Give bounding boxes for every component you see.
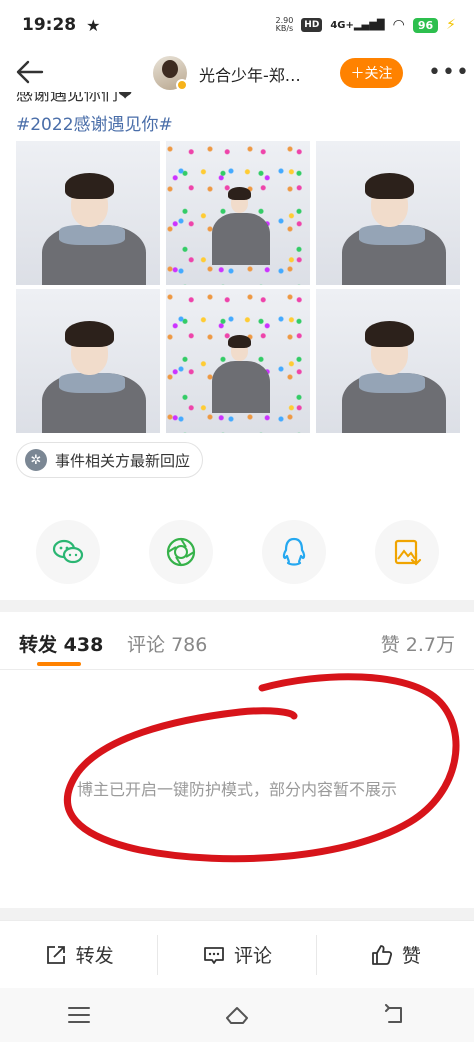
- verified-badge-icon: [176, 79, 188, 91]
- share-qq-button[interactable]: [262, 520, 326, 584]
- protection-mode-notice: 博主已开启一键防护模式，部分内容暂不展示: [76, 780, 397, 799]
- tab-repost[interactable]: 转发 438: [19, 630, 103, 657]
- post-text-partial: 感谢遇见你们❤: [16, 92, 133, 102]
- share-row: [0, 520, 474, 584]
- action-bar: 转发 评论 赞: [0, 920, 474, 988]
- photo-2[interactable]: [166, 141, 310, 285]
- photo-5[interactable]: [166, 289, 310, 433]
- event-response-tag[interactable]: ✲ 事件相关方最新回应: [16, 442, 204, 478]
- like-button[interactable]: 赞: [315, 934, 474, 975]
- thumbs-up-icon: [371, 944, 392, 965]
- section-divider: [0, 600, 474, 612]
- wifi-icon: ◠: [392, 17, 405, 33]
- share-wechat-button[interactable]: [36, 520, 100, 584]
- back-nav-button[interactable]: [371, 995, 419, 1035]
- engagement-tabs: 转发 438 评论 786 赞 2.7万: [0, 612, 474, 670]
- comment-icon: [204, 946, 224, 964]
- status-right: 2.90 KB/s HD 4G+▂▄▆█ ◠ 96 ⚡: [275, 17, 456, 34]
- photo-4[interactable]: [16, 289, 160, 433]
- qq-icon: [282, 537, 306, 566]
- moments-icon: [166, 537, 196, 567]
- photo-grid: [16, 141, 460, 433]
- hashtag-link[interactable]: #2022感谢遇见你#: [16, 110, 173, 135]
- status-bar: 19:28 ★ 2.90 KB/s HD 4G+▂▄▆█ ◠ 96 ⚡: [0, 0, 474, 50]
- charging-icon: ⚡: [446, 17, 456, 33]
- star-icon: ★: [86, 15, 101, 35]
- red-circle-annotation: [64, 673, 460, 863]
- status-time: 19:28: [22, 15, 77, 35]
- repost-button[interactable]: 转发: [0, 935, 157, 975]
- battery-icon: 96: [412, 17, 439, 33]
- signal-label: 4G+: [330, 19, 354, 31]
- tab-repost-count: 438: [63, 634, 104, 656]
- signal-icon: 4G+▂▄▆█: [330, 19, 385, 31]
- home-nav-button[interactable]: [213, 995, 261, 1035]
- save-image-icon: [394, 539, 422, 566]
- menu-nav-button[interactable]: [55, 995, 103, 1035]
- follow-button[interactable]: ＋关注: [340, 58, 403, 88]
- like-label: 赞: [401, 945, 421, 967]
- active-tab-indicator: [37, 662, 81, 666]
- comment-label: 评论: [233, 945, 272, 967]
- tab-comment-label: 评论: [127, 634, 166, 656]
- tab-like[interactable]: 赞 2.7万: [381, 630, 455, 657]
- tab-comment[interactable]: 评论 786: [127, 630, 207, 657]
- comment-button[interactable]: 评论: [157, 934, 315, 975]
- save-image-button[interactable]: [375, 520, 439, 584]
- back-arrow-icon[interactable]: [12, 54, 48, 90]
- tab-repost-label: 转发: [19, 634, 58, 656]
- bottom-divider: [0, 908, 474, 920]
- more-options-icon[interactable]: •••: [428, 60, 470, 85]
- photo-3[interactable]: [316, 141, 460, 285]
- event-icon: ✲: [25, 449, 47, 471]
- wechat-icon: [52, 539, 84, 564]
- tab-comment-count: 786: [171, 634, 208, 656]
- home-icon: [226, 1007, 248, 1024]
- menu-icon: [68, 1007, 90, 1023]
- system-nav-bar: [0, 988, 474, 1042]
- username[interactable]: 光合少年-郑…: [199, 62, 301, 86]
- event-tag-label: 事件相关方最新回应: [55, 451, 191, 470]
- tab-like-label: 赞: [380, 634, 400, 656]
- net-speed: 2.90 KB/s: [275, 17, 293, 33]
- photo-6[interactable]: [316, 289, 460, 433]
- share-moments-button[interactable]: [149, 520, 213, 584]
- post-header: 光合少年-郑… ＋关注 •••: [0, 50, 474, 98]
- repost-label: 转发: [75, 945, 114, 967]
- hd-badge: HD: [301, 18, 323, 32]
- tab-like-count: 2.7万: [405, 634, 455, 656]
- back-icon: [385, 1004, 402, 1023]
- photo-1[interactable]: [16, 141, 160, 285]
- repost-icon: [46, 945, 65, 964]
- net-speed-unit: KB/s: [275, 24, 294, 33]
